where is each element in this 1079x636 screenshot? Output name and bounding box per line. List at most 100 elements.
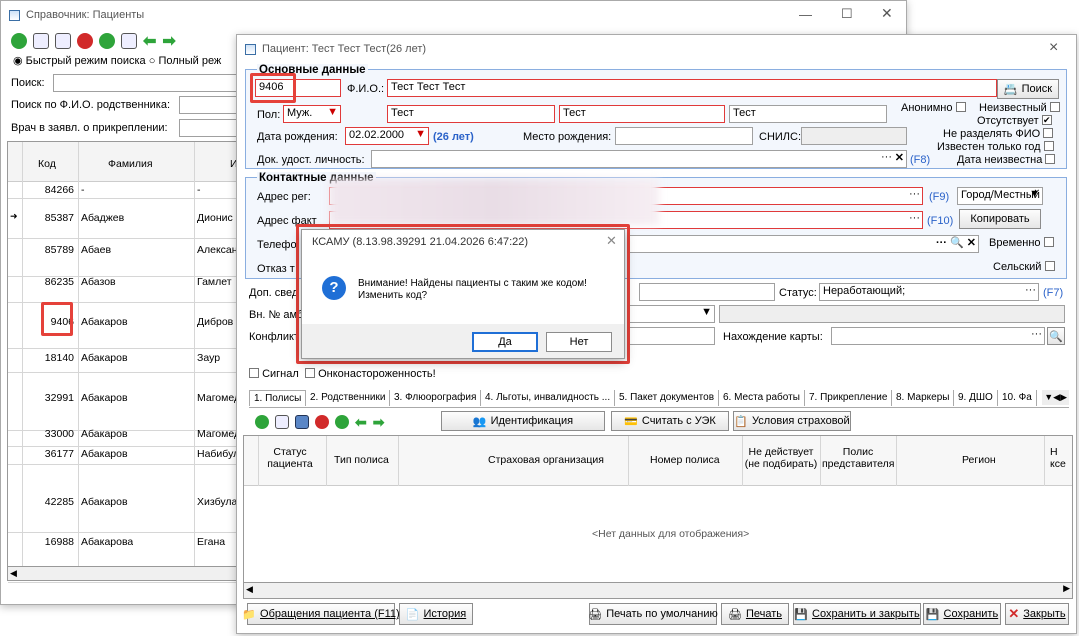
yearonly-checkbox[interactable] (1043, 141, 1054, 152)
policy-delete-icon[interactable] (315, 415, 329, 429)
table-row[interactable]: 85387 Абаджев Дионис ➜ (8, 208, 242, 238)
table-row[interactable]: 42285 Абакаров Хизбула (8, 492, 242, 532)
add-icon[interactable] (11, 33, 27, 49)
print-default-button[interactable]: 🖨 Печать по умолчанию (588, 603, 718, 625)
city-select[interactable]: Город/Местный ▼ (957, 187, 1043, 205)
copy-button[interactable]: Копировать (959, 209, 1041, 229)
tab-7[interactable]: 7. Прикрепление (805, 390, 893, 406)
tab-4[interactable]: 4. Льготы, инвалидность ... (481, 390, 616, 406)
dob-chevron-icon[interactable]: ▼ (415, 128, 426, 140)
radio-fast-label[interactable]: Быстрый режим поиска (26, 55, 146, 67)
dateunknown-checkbox[interactable] (1045, 154, 1056, 165)
back-arrow-icon[interactable]: ⬅ (143, 31, 156, 51)
phone-tools-icon[interactable]: ··· 🔍 ✕ (936, 236, 976, 249)
amb-select[interactable]: ▼ (629, 305, 715, 323)
onco-label[interactable]: Онконастороженность! (305, 368, 436, 380)
print-button[interactable]: 🖨 Печать (721, 603, 789, 625)
col-surname[interactable]: Фамилия (108, 158, 153, 170)
tab-3[interactable]: 3. Флюорография (390, 390, 482, 406)
onco-checkbox[interactable] (305, 368, 315, 379)
close-form-button[interactable]: ✕ Закрыть (1005, 603, 1069, 625)
extra-input[interactable] (639, 283, 775, 301)
no-button[interactable]: Нет (546, 332, 612, 352)
policy-save-icon[interactable] (295, 415, 309, 429)
signal-checkbox[interactable] (249, 368, 259, 379)
nosplit-label[interactable]: Не разделять ФИО (943, 128, 1054, 140)
chevron-down-icon[interactable]: ▼ (327, 106, 338, 118)
temp-label[interactable]: Временно (989, 237, 1054, 249)
col-rep[interactable]: Полис представителя (822, 446, 894, 470)
table-row[interactable]: 18140 Абакаров Заур (8, 348, 242, 372)
policy-back-icon[interactable]: ⬅ (355, 414, 367, 431)
temp-checkbox[interactable] (1043, 237, 1054, 248)
dateunknown-label[interactable]: Дата неизвестна (957, 154, 1056, 166)
tab-5[interactable]: 5. Пакет документов (615, 390, 720, 406)
policy-refresh-icon[interactable] (335, 415, 349, 429)
export-icon[interactable] (121, 33, 137, 49)
policies-scrollbar[interactable]: ◀ ▶ (244, 582, 1072, 598)
policy-add-icon[interactable] (255, 415, 269, 429)
signal-label[interactable]: Сигнал (249, 368, 299, 380)
yearonly-label[interactable]: Известен только год (937, 141, 1054, 153)
name-input[interactable]: Тест (559, 105, 725, 123)
dob-input[interactable]: 02.02.2000 ▼ (345, 127, 429, 145)
tab-9[interactable]: 9. ДШО (954, 390, 998, 406)
save-button[interactable]: 💾 Сохранить (923, 603, 1001, 625)
relative-search-input[interactable] (179, 96, 243, 114)
table-row[interactable]: 33000 Абакаров Магомед- (8, 424, 243, 446)
surname-input[interactable]: Тест (387, 105, 555, 123)
policy-forward-icon[interactable]: ➡ (373, 414, 385, 431)
absent-checkbox[interactable]: ✔ (1041, 115, 1052, 126)
addr-fact-ellipsis-icon[interactable]: ··· (909, 212, 920, 224)
uek-button[interactable]: 💳 Считать с УЭК (611, 411, 729, 431)
addr-reg-ellipsis-icon[interactable]: ··· (909, 188, 920, 200)
horizontal-scrollbar[interactable]: ◀ (8, 566, 242, 580)
patient-close-button[interactable]: × (1049, 39, 1058, 57)
minimize-button[interactable]: — (799, 7, 812, 22)
tab-1[interactable]: 1. Полисы (249, 390, 307, 406)
col-inactive[interactable]: Не действует (не подбирать) (744, 446, 818, 470)
birthplace-input[interactable] (615, 127, 753, 145)
col-number[interactable]: Номер полиса (650, 454, 720, 466)
card-search-icon[interactable]: 🔍 (1047, 327, 1065, 345)
amb-chevron-icon[interactable]: ▼ (701, 306, 712, 318)
anon-checkbox[interactable] (955, 102, 966, 113)
card-input[interactable]: ··· (831, 327, 1045, 345)
maximize-button[interactable]: ☐ (841, 6, 853, 22)
col-status[interactable]: Статус пациента (264, 446, 316, 470)
conflict-input[interactable] (629, 327, 715, 345)
yes-button[interactable]: Да (472, 332, 538, 352)
save-close-button[interactable]: 💾 Сохранить и закрыть (793, 603, 921, 625)
copy-icon[interactable] (55, 33, 71, 49)
ident-button[interactable]: 👥 Идентификация (441, 411, 605, 431)
close-button[interactable]: ✕ (881, 5, 893, 22)
search-mode[interactable]: ◉ Быстрый режим поиска ○ Полный реж (13, 54, 221, 67)
search-button[interactable]: 📇 Поиск (997, 79, 1059, 99)
search-input[interactable] (53, 74, 243, 92)
anon-label[interactable]: Анонимно (901, 102, 966, 114)
delete-icon[interactable] (77, 33, 93, 49)
visits-button[interactable]: 📁 Обращения пациента (F11) (242, 603, 400, 625)
radio-full-label[interactable]: Полный реж (158, 55, 221, 67)
col-insurer[interactable]: Страховая организация (488, 454, 604, 466)
sex-select[interactable]: Муж. ▼ (283, 105, 341, 123)
phone-input[interactable]: ··· 🔍 ✕ (629, 235, 979, 253)
history-button[interactable]: 📄 История (399, 603, 473, 625)
tab-8[interactable]: 8. Маркеры (892, 390, 955, 406)
refresh-icon[interactable] (99, 33, 115, 49)
doc-clear-icon[interactable]: ✕ (895, 151, 904, 164)
tab-2[interactable]: 2. Родственники (306, 390, 391, 406)
doc-input[interactable]: ··· ✕ (371, 150, 907, 168)
rural-checkbox[interactable] (1044, 261, 1055, 272)
col-region[interactable]: Регион (962, 454, 996, 466)
unknown-label[interactable]: Неизвестный (979, 102, 1060, 114)
dialog-close-icon[interactable]: ✕ (606, 233, 617, 249)
patronymic-input[interactable]: Тест (729, 105, 887, 123)
status-ellipsis-icon[interactable]: ··· (1025, 284, 1036, 296)
insurance-button[interactable]: 📋 Условия страховой (733, 411, 851, 431)
status-input[interactable]: Неработающий; ··· (819, 283, 1039, 301)
col-code[interactable]: Код (38, 158, 56, 170)
fio-input[interactable]: Тест Тест Тест (387, 79, 997, 97)
col-extra[interactable]: Н ксе (1050, 446, 1072, 470)
doc-ellipsis-icon[interactable]: ··· (881, 151, 892, 163)
